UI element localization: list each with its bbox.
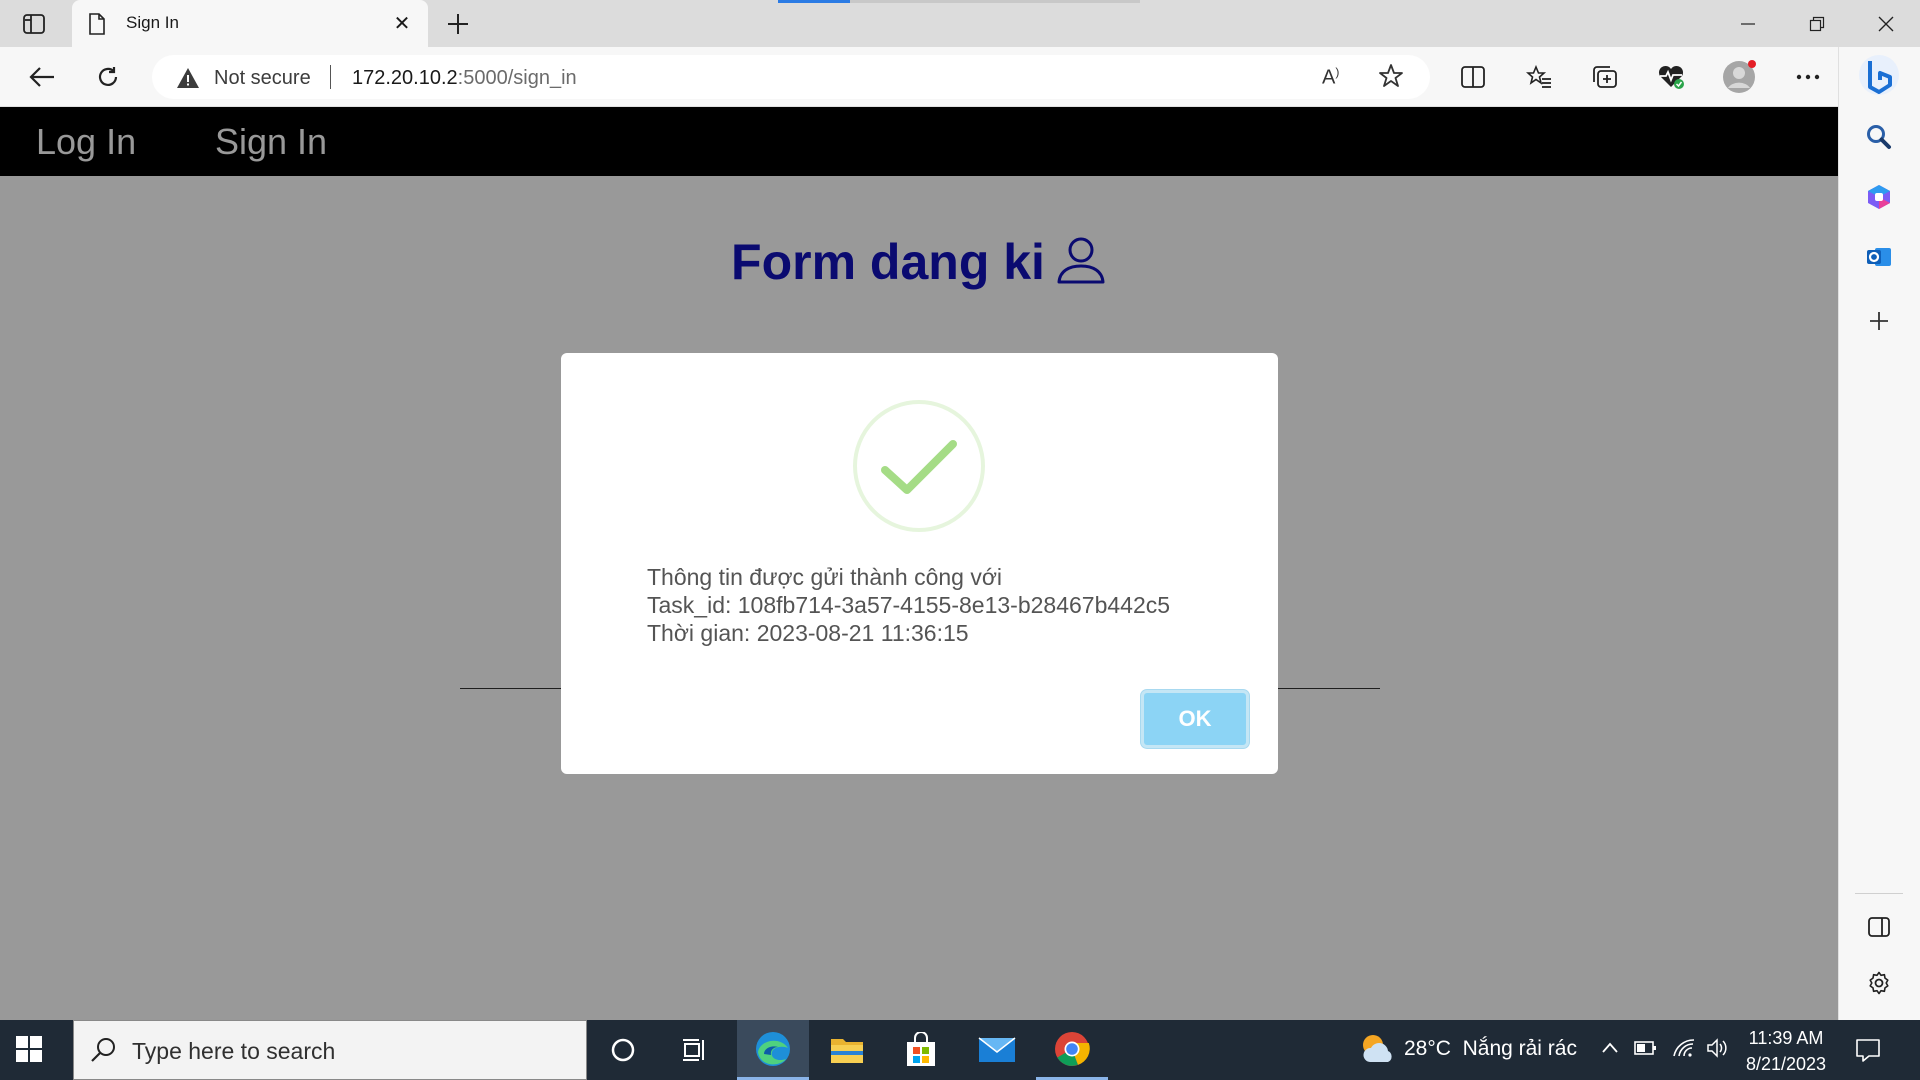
plus-icon — [448, 14, 468, 34]
clock-time: 11:39 AM — [1748, 1028, 1824, 1048]
avatar-icon — [1723, 60, 1756, 93]
minimize-button[interactable] — [1713, 0, 1782, 47]
search-icon — [1867, 125, 1891, 149]
url-host: 172.20.10.2 — [352, 67, 458, 89]
taskbar-mail[interactable] — [961, 1020, 1033, 1080]
browser-essentials-button[interactable] — [1651, 59, 1691, 95]
ok-button[interactable]: OK — [1141, 690, 1249, 748]
task-view-button[interactable] — [659, 1020, 731, 1080]
warning-icon[interactable] — [176, 67, 200, 94]
url-path: :5000/sign_in — [457, 67, 577, 89]
page-loading-bar — [778, 0, 1140, 3]
sidebar-divider — [1855, 893, 1903, 894]
taskbar-chrome[interactable] — [1036, 1020, 1108, 1080]
battery-icon[interactable] — [1634, 1038, 1658, 1063]
dialog-line-1: Thông tin được gửi thành công với — [647, 564, 1003, 590]
read-aloud-icon[interactable]: A) — [1322, 65, 1339, 90]
m365-icon — [1868, 185, 1890, 209]
microsoft-store-icon — [907, 1032, 935, 1066]
outlook-icon — [1867, 248, 1891, 266]
edge-icon — [756, 1031, 790, 1066]
hide-sidebar-button[interactable] — [1857, 905, 1901, 949]
windows-logo-icon — [16, 1036, 42, 1062]
wifi-icon[interactable] — [1672, 1038, 1696, 1063]
address-separator — [330, 65, 331, 89]
search-icon — [90, 1036, 118, 1069]
settings-more-button[interactable] — [1788, 59, 1828, 95]
show-hidden-icons-chevron-icon[interactable] — [1601, 1038, 1619, 1063]
bing-chat-button[interactable] — [1857, 53, 1901, 97]
back-arrow-icon — [29, 67, 54, 87]
weather-temperature: 28°C — [1404, 1037, 1451, 1060]
chrome-icon — [1055, 1031, 1090, 1066]
file-explorer-icon — [831, 1039, 863, 1063]
success-dialog: Thông tin được gửi thành công với Task_i… — [561, 353, 1278, 774]
weather-text[interactable]: 28°C Nắng rải rác — [1404, 1037, 1577, 1061]
minimize-icon — [1740, 22, 1755, 25]
cortana-button[interactable] — [587, 1020, 659, 1080]
clock-date: 8/21/2023 — [1745, 1054, 1827, 1074]
refresh-icon — [98, 67, 118, 86]
gear-icon — [1869, 971, 1889, 995]
edge-sidebar — [1838, 47, 1920, 1020]
sidebar-search-button[interactable] — [1857, 115, 1901, 159]
weather-condition: Nắng rải rác — [1462, 1037, 1577, 1060]
tab-actions-icon — [23, 14, 45, 34]
tab-actions-button[interactable] — [14, 8, 54, 40]
tab-sign-in[interactable]: Sign In ✕ — [72, 0, 428, 47]
collections-button[interactable] — [1585, 59, 1625, 95]
collections-icon — [1593, 66, 1617, 88]
cortana-icon — [611, 1038, 635, 1062]
sidebar-outlook-button[interactable] — [1857, 235, 1901, 279]
system-clock[interactable]: 11:39 AM 8/21/2023 — [1740, 1025, 1832, 1077]
restore-button[interactable] — [1782, 0, 1851, 47]
tab-title: Sign In — [126, 13, 179, 32]
close-window-button[interactable] — [1851, 0, 1920, 47]
favorites-icon — [1526, 65, 1551, 88]
plus-icon — [1870, 312, 1888, 330]
search-placeholder: Type here to search — [132, 1038, 336, 1064]
close-icon — [1878, 16, 1893, 31]
weather-icon[interactable] — [1358, 1032, 1394, 1071]
notification-center-icon[interactable] — [1854, 1036, 1882, 1069]
browser-toolbar: Not secure 172.20.10.2:5000/sign_in A) — [0, 47, 1920, 107]
taskbar-file-explorer[interactable] — [811, 1020, 883, 1080]
dialog-line-task-id: Task_id: 108fb714-3a57-4155-8e13-b28467b… — [647, 592, 1171, 618]
page-icon — [88, 13, 106, 40]
start-button[interactable] — [14, 1034, 44, 1069]
split-screen-button[interactable] — [1453, 59, 1493, 95]
more-dots-icon — [1796, 74, 1820, 80]
heart-pulse-icon — [1658, 65, 1684, 89]
web-page: Log In Sign In Form dang ki Thông tin đư… — [0, 107, 1838, 1020]
restore-icon — [1809, 16, 1824, 31]
security-label[interactable]: Not secure — [214, 67, 311, 90]
dialog-message: Thông tin được gửi thành công với Task_i… — [647, 563, 1170, 647]
favorite-star-icon[interactable] — [1378, 63, 1404, 94]
profile-button[interactable] — [1719, 59, 1759, 95]
dialog-line-time: Thời gian: 2023-08-21 11:36:15 — [647, 620, 969, 646]
sidebar-settings-button[interactable] — [1857, 961, 1901, 1005]
back-button[interactable] — [22, 59, 62, 95]
windows-taskbar: Type here to search 28°C Nắng rải rác 11… — [0, 1020, 1920, 1080]
checkmark-icon — [881, 440, 957, 494]
refresh-button[interactable] — [88, 59, 128, 95]
volume-icon[interactable] — [1706, 1038, 1730, 1063]
split-screen-icon — [1461, 66, 1485, 88]
new-tab-button[interactable] — [440, 6, 476, 42]
task-view-icon — [683, 1039, 704, 1061]
sidebar-copilot-button[interactable] — [1857, 175, 1901, 219]
sidebar-add-button[interactable] — [1857, 299, 1901, 343]
bing-icon — [1859, 55, 1899, 95]
taskbar-microsoft-store[interactable] — [885, 1020, 957, 1080]
tab-close-icon[interactable]: ✕ — [390, 12, 414, 36]
browser-titlebar: Sign In ✕ — [0, 0, 1920, 47]
sidebar-panel-icon — [1868, 917, 1890, 937]
taskbar-search-box[interactable]: Type here to search — [73, 1020, 587, 1080]
url-text[interactable]: 172.20.10.2:5000/sign_in — [352, 67, 577, 90]
favorites-button[interactable] — [1519, 59, 1559, 95]
taskbar-edge[interactable] — [737, 1020, 809, 1080]
mail-icon — [978, 1037, 1016, 1062]
address-bar[interactable]: Not secure 172.20.10.2:5000/sign_in A) — [152, 55, 1430, 99]
